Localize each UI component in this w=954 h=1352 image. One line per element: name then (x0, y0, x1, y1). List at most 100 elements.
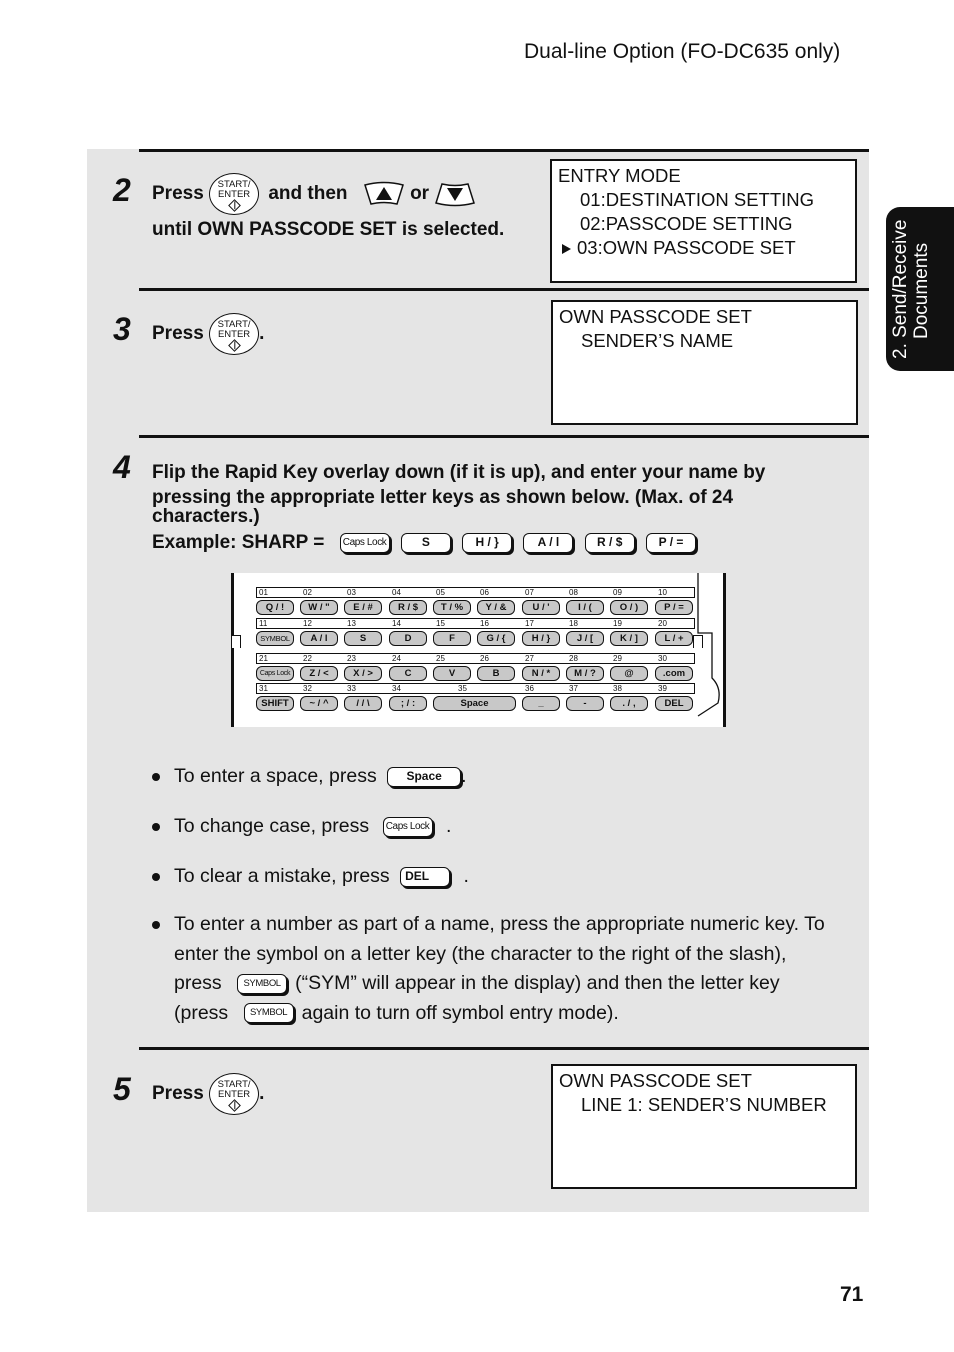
rapid-key-29[interactable]: @ (610, 666, 648, 681)
key-number: 32 (303, 684, 312, 693)
start-icon (227, 1099, 241, 1112)
rapid-key-36[interactable]: _ (522, 696, 560, 711)
rapid-key-19[interactable]: K / ] (610, 631, 648, 646)
key-number: 30 (658, 654, 667, 663)
key-number-strip: 21 22 23 24 25 26 27 28 29 30 (256, 653, 695, 664)
rapid-key-2[interactable]: W / " (300, 600, 338, 615)
rapid-key-6[interactable]: Y / & (477, 600, 515, 615)
rapid-key-1[interactable]: Q / ! (256, 600, 294, 615)
lcd-display: OWN PASSCODE SET LINE 1: SENDER’S NUMBER (551, 1064, 857, 1189)
period: . (461, 765, 467, 787)
rapid-key-13[interactable]: S (344, 631, 382, 646)
example-key-h: H / } (462, 532, 513, 553)
display-line: 02:PASSCODE SETTING (580, 213, 793, 234)
instruction-line: Flip the Rapid Key overlay down (if it i… (152, 462, 766, 483)
example-label: Example: SHARP = (152, 532, 325, 553)
symbol-key: SYMBOL (243, 1003, 294, 1024)
step-number: 5 (113, 1071, 131, 1107)
key-number: 17 (525, 619, 534, 628)
rapid-key-9[interactable]: O / ) (610, 600, 648, 615)
rapid-key-35[interactable]: Space (433, 696, 516, 711)
chapter-tab[interactable]: 2. Send/Receive Documents (886, 207, 954, 371)
key-number: 29 (613, 654, 622, 663)
example-key-r: R / $ (584, 532, 635, 553)
rapid-key-26[interactable]: B (477, 666, 515, 681)
key-number: 09 (613, 588, 622, 597)
rapid-key-15[interactable]: F (433, 631, 471, 646)
step-number: 2 (113, 172, 131, 208)
period: . (463, 865, 469, 887)
rapid-key-31[interactable]: SHIFT (256, 696, 294, 711)
rapid-key-27[interactable]: N / * (522, 666, 560, 681)
key-number: 31 (259, 684, 268, 693)
press-text: Press (152, 183, 204, 205)
rapid-key-37[interactable]: - (566, 696, 604, 711)
rapid-key-22[interactable]: Z / < (300, 666, 338, 681)
rapid-key-10[interactable]: P / = (655, 600, 693, 615)
rapid-key-28[interactable]: M / ? (566, 666, 604, 681)
key-number: 04 (392, 588, 401, 597)
rapid-key-18[interactable]: J / [ (566, 631, 604, 646)
display-line: LINE 1: SENDER’S NUMBER (581, 1094, 827, 1115)
period: . (259, 1083, 265, 1105)
rapid-key-39[interactable]: DEL (655, 696, 693, 711)
key-number: 03 (347, 588, 356, 597)
rapid-key-20[interactable]: L / + (655, 631, 693, 646)
display-line: 01:DESTINATION SETTING (580, 189, 815, 210)
step-2-line2: until OWN PASSCODE SET is selected. (152, 219, 505, 240)
rapid-key-3[interactable]: E / # (344, 600, 382, 615)
rapid-key-25[interactable]: V (433, 666, 471, 681)
key-number: 28 (569, 654, 578, 663)
key-number: 08 (569, 588, 578, 597)
step-divider (139, 288, 869, 291)
bullet-text: To enter a space, press (174, 765, 377, 787)
rapid-key-12[interactable]: A / l (300, 631, 338, 646)
key-number: 26 (480, 654, 489, 663)
caps-lock-key: Caps Lock (382, 816, 433, 837)
rapid-key-8[interactable]: I / ( (566, 600, 604, 615)
key-number: 06 (480, 588, 489, 597)
key-number: 38 (613, 684, 622, 693)
rapid-key-24[interactable]: C (389, 666, 427, 681)
display-selected-line: 03:OWN PASSCODE SET (558, 236, 849, 260)
rapid-key-17[interactable]: H / } (522, 631, 560, 646)
rapid-key-32[interactable]: ~ / ^ (300, 696, 338, 711)
rapid-key-5[interactable]: T / % (433, 600, 471, 615)
key-number: 36 (525, 684, 534, 693)
start-icon (227, 339, 241, 352)
key-number: 27 (525, 654, 534, 663)
page-header: Dual-line Option (FO-DC635 only) (524, 40, 841, 63)
symbol-key: SYMBOL (237, 973, 288, 994)
rapid-key-4[interactable]: R / $ (389, 600, 427, 615)
rapid-key-38[interactable]: . / , (610, 696, 648, 711)
up-arrow-key-icon (363, 181, 404, 205)
rapid-key-7[interactable]: U / ' (522, 600, 560, 615)
space-key: Space (387, 766, 462, 787)
rapid-key-23[interactable]: X / > (344, 666, 382, 681)
start-enter-key: START/ ENTER (209, 313, 260, 355)
step-number: 4 (113, 449, 131, 485)
bullet-text: enter the symbol on a letter key (the ch… (174, 942, 787, 965)
key-number: 05 (436, 588, 445, 597)
key-number-strip: 31 32 33 34 35 36 37 38 39 (256, 683, 695, 694)
bullet-text: To change case, press (174, 815, 370, 837)
bullet-space: To enter a space, press Space. (152, 762, 852, 792)
rapid-key-33[interactable]: / / \ (344, 696, 382, 711)
rapid-key-21[interactable]: Caps Lock (256, 666, 294, 681)
rapid-key-overlay-diagram: 01 02 03 04 05 06 07 08 09 10 Q / ! W / " E / # R / $… (231, 573, 726, 727)
display-line: OWN PASSCODE SET (559, 1070, 752, 1091)
rapid-key-14[interactable]: D (389, 631, 427, 646)
rapid-key-16[interactable]: G / { (477, 631, 515, 646)
key-number: 22 (303, 654, 312, 663)
key-number: 14 (392, 619, 401, 628)
example-key-s: S (400, 532, 451, 553)
rapid-key-30[interactable]: .com (655, 666, 693, 681)
key-number: 12 (303, 619, 312, 628)
key-number: 15 (436, 619, 445, 628)
step-divider (139, 149, 869, 152)
chapter-tab-label: 2. Send/Receive Documents (886, 207, 954, 371)
and-then-text: and then (268, 183, 348, 205)
rapid-key-11[interactable]: SYMBOL (256, 631, 294, 646)
rapid-key-34[interactable]: ; / : (389, 696, 427, 711)
period: . (259, 323, 265, 345)
